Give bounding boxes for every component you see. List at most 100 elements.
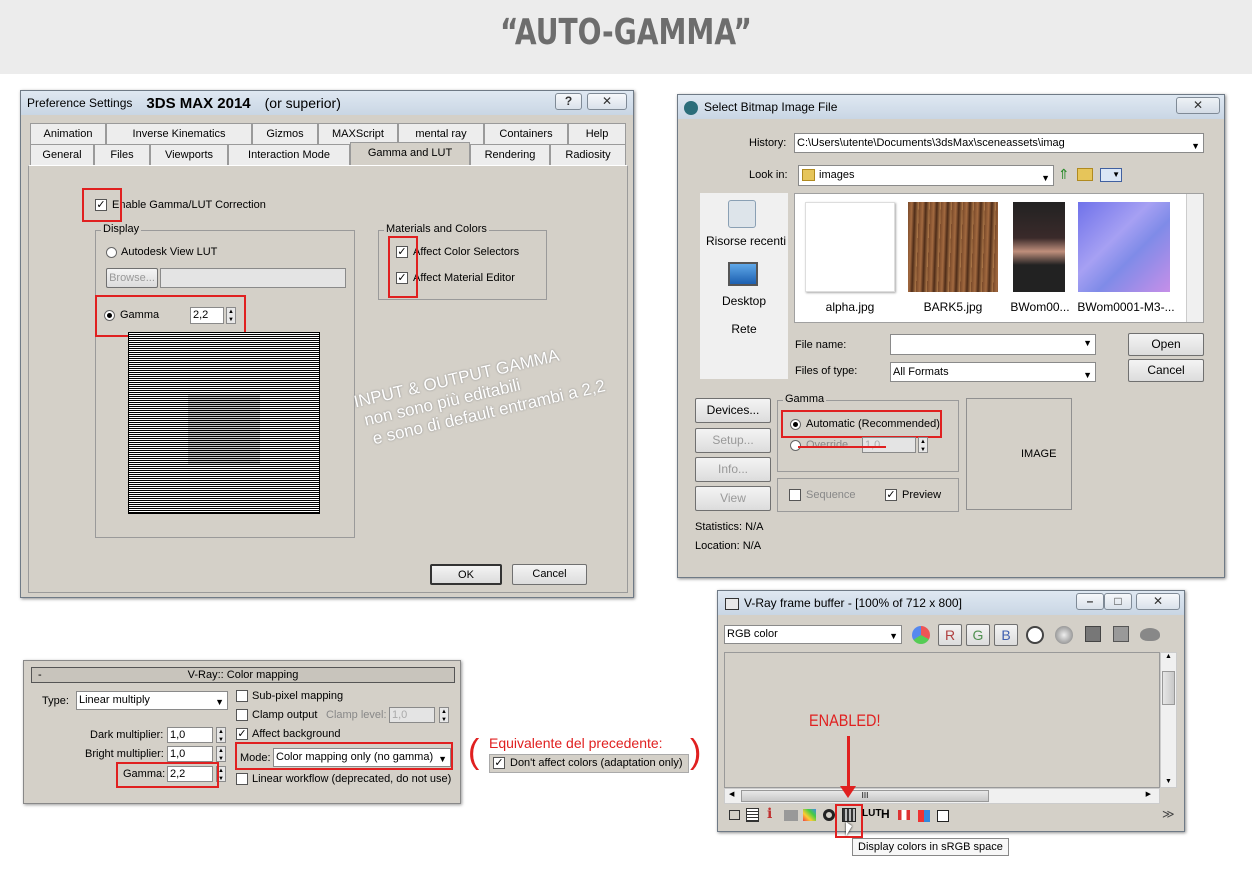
white-circle-icon[interactable] <box>1026 626 1044 644</box>
red-channel-button[interactable]: R <box>938 624 962 646</box>
horizontal-scrollbar[interactable]: ◀ III ▶ <box>724 788 1160 804</box>
close-button[interactable]: ✕ <box>587 93 627 110</box>
history-icon[interactable] <box>729 810 740 820</box>
up-folder-icon[interactable]: ⇑ <box>1058 167 1070 182</box>
info-icon[interactable]: i <box>767 806 772 822</box>
maximize-button[interactable]: □ <box>1104 593 1132 610</box>
file-thumb-bwom[interactable] <box>1013 202 1065 292</box>
gray-circle-icon[interactable] <box>1055 626 1073 644</box>
view-menu-icon[interactable]: ▼ <box>1100 168 1122 182</box>
tab-gizmos[interactable]: Gizmos <box>252 123 318 144</box>
new-folder-icon[interactable] <box>1077 168 1093 181</box>
clone-icon[interactable] <box>1113 626 1129 642</box>
vertical-scrollbar[interactable]: ▲ ▼ <box>1160 652 1177 788</box>
tab-gamma-and-lut[interactable]: Gamma and LUT <box>350 142 470 166</box>
bright-multiplier-spinner[interactable]: ▲ ▼ <box>216 746 226 762</box>
help-button[interactable]: ? <box>555 93 582 110</box>
file-name-bwom-normal[interactable]: BWom0001-M3-... <box>1074 300 1178 314</box>
file-thumb-alpha[interactable] <box>805 202 895 292</box>
tab-containers[interactable]: Containers <box>484 123 568 144</box>
expand-icon[interactable]: ≫ <box>1162 807 1175 821</box>
preview-checkbox[interactable]: ✓ <box>885 489 897 501</box>
clamp-output-checkbox[interactable] <box>236 709 248 721</box>
bitmap-close-button[interactable]: ✕ <box>1176 97 1220 114</box>
lut-icon[interactable]: LUT <box>862 808 881 819</box>
place-network[interactable]: Rete <box>706 322 782 336</box>
tab-general[interactable]: General <box>30 144 94 165</box>
histogram-icon[interactable]: H <box>881 807 890 821</box>
type-dropdown[interactable]: Linear multiply ▼ <box>76 691 228 710</box>
stamp-icon[interactable] <box>784 810 798 821</box>
file-name-bark[interactable]: BARK5.jpg <box>908 300 998 314</box>
region-icon[interactable] <box>746 808 759 822</box>
tab-interaction-mode[interactable]: Interaction Mode <box>228 144 350 165</box>
save-icon[interactable] <box>1085 626 1101 642</box>
color-correction-icon[interactable] <box>803 809 816 821</box>
tab-help[interactable]: Help <box>568 123 626 144</box>
desktop-icon[interactable] <box>728 262 758 286</box>
place-recent[interactable]: Risorse recenti <box>706 234 786 248</box>
bitmap-cancel-button[interactable]: Cancel <box>1128 359 1204 382</box>
minimize-button[interactable]: – <box>1076 593 1104 610</box>
flag-icon[interactable] <box>898 810 910 820</box>
tab-maxscript[interactable]: MAXScript <box>318 123 398 144</box>
scroll-up-icon[interactable]: ▲ <box>1161 653 1176 660</box>
setup-button[interactable]: Setup... <box>695 428 771 453</box>
override-value-field[interactable]: 1,0 <box>862 437 916 453</box>
bright-multiplier-field[interactable]: 1,0 <box>167 746 213 762</box>
affect-background-checkbox[interactable]: ✓ <box>236 728 248 740</box>
place-desktop[interactable]: Desktop <box>706 294 782 308</box>
h-scroll-thumb[interactable]: III <box>741 790 989 802</box>
devices-button[interactable]: Devices... <box>695 398 771 423</box>
teapot-icon[interactable] <box>1140 628 1160 641</box>
file-list-scrollbar[interactable] <box>1186 194 1203 322</box>
info-button[interactable]: Info... <box>695 457 771 482</box>
tab-inverse-kinematics[interactable]: Inverse Kinematics <box>106 123 252 144</box>
linear-workflow-checkbox[interactable] <box>236 773 248 785</box>
browse-button[interactable]: Browse... <box>106 268 158 288</box>
scroll-left-icon[interactable]: ◀ <box>729 790 734 798</box>
dark-multiplier-spinner[interactable]: ▲ ▼ <box>216 727 226 743</box>
tab-files[interactable]: Files <box>94 144 150 165</box>
tab-viewports[interactable]: Viewports <box>150 144 228 165</box>
collapse-toggle[interactable]: - <box>38 668 42 682</box>
color-channels-icon[interactable] <box>912 626 930 644</box>
sequence-checkbox[interactable] <box>789 489 801 501</box>
lens-effects-icon[interactable] <box>823 809 835 821</box>
green-channel-button[interactable]: G <box>966 624 990 646</box>
lut-path-field[interactable] <box>160 268 346 288</box>
cancel-button[interactable]: Cancel <box>512 564 587 585</box>
view-button[interactable]: View <box>695 486 771 511</box>
pixel-aspect-icon[interactable] <box>918 810 930 822</box>
clamp-level-field[interactable]: 1,0 <box>389 707 435 723</box>
vfb-close-button[interactable]: ✕ <box>1136 593 1180 610</box>
scroll-down-icon[interactable]: ▼ <box>1161 778 1176 785</box>
open-button[interactable]: Open <box>1128 333 1204 356</box>
filetype-dropdown[interactable]: All Formats ▼ <box>890 362 1096 382</box>
override-spinner[interactable]: ▲ ▼ <box>918 437 928 453</box>
tab-rendering[interactable]: Rendering <box>470 144 550 165</box>
history-dropdown[interactable]: C:\Users\utente\Documents\3dsMax\sceneas… <box>794 133 1204 153</box>
color-mapping-header[interactable]: - V-Ray:: Color mapping <box>31 667 455 683</box>
subpixel-checkbox[interactable] <box>236 690 248 702</box>
dark-multiplier-field[interactable]: 1,0 <box>167 727 213 743</box>
tab-animation[interactable]: Animation <box>30 123 106 144</box>
lookin-dropdown[interactable]: images ▼ <box>798 165 1054 186</box>
stereo-icon[interactable] <box>937 810 949 822</box>
tab-radiosity[interactable]: Radiosity <box>550 144 626 165</box>
file-thumb-bark[interactable] <box>908 202 998 292</box>
scroll-right-icon[interactable]: ▶ <box>1146 790 1151 798</box>
channel-dropdown[interactable]: RGB color ▼ <box>724 625 902 644</box>
filename-input[interactable]: ▼ <box>890 334 1096 355</box>
file-name-bwom[interactable]: BWom00... <box>1008 300 1072 314</box>
autodesk-lut-radio[interactable] <box>106 247 117 258</box>
recent-places-icon[interactable] <box>728 200 756 228</box>
file-thumb-bwom-normal[interactable] <box>1078 202 1170 292</box>
clamp-level-spinner[interactable]: ▲ ▼ <box>439 707 449 723</box>
blue-channel-button[interactable]: B <box>994 624 1018 646</box>
scroll-thumb[interactable] <box>1162 671 1175 705</box>
dont-affect-colors-checkbox[interactable]: ✓ <box>493 757 505 769</box>
ok-button[interactable]: OK <box>430 564 502 585</box>
tab-mental-ray[interactable]: mental ray <box>398 123 484 144</box>
file-name-alpha[interactable]: alpha.jpg <box>805 300 895 314</box>
